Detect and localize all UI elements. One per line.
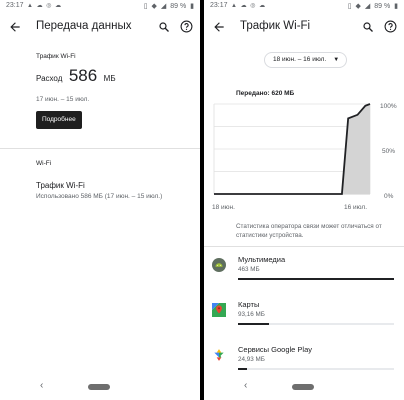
wifi-traffic-item-subtitle: Использовано 586 МБ (17 июн. – 15 июл.) [36,193,163,200]
battery-percent: 89 % [374,3,391,10]
nav-back-icon[interactable]: ‹ [40,380,43,391]
wifi-section-header: Wi-Fi [36,160,52,167]
usage-bar-track [238,368,394,370]
app-size: 93,16 МБ [238,311,265,318]
date-range-label: 18 июн. – 16 июл. [273,56,327,63]
vibrate-icon: ▯ [347,3,352,10]
usage-value: 586 [68,66,98,85]
wifi-signal-icon: ◆ [151,3,157,10]
dropdown-caret-icon: ▼ [333,57,340,63]
usage-chart [213,103,371,195]
app-size: 24,93 МБ [238,356,265,363]
battery-percent: 89 % [170,3,187,10]
back-arrow-icon[interactable] [8,20,22,34]
usage-unit: МБ [103,74,116,83]
data-usage-screen: 23:17 ▲ ☁ ◎ ☁ ▯ ◆ ◢ 89 % ▮ Передача данн… [0,0,200,400]
wifi-traffic-item-title[interactable]: Трафик Wi-Fi [36,181,85,190]
used-total-label: Передано: 620 МБ [236,90,295,97]
status-right: ▯ ◆ ◢ 89 % ▮ [346,2,398,10]
usage-bar-fill [238,278,394,280]
page-title: Передача данных [36,20,132,32]
battery-icon: ▮ [394,3,398,10]
y-tick-100: 100% [380,103,397,110]
signal-icon: ◢ [364,3,371,10]
app-row-media[interactable]: Мультимедиа 463 МБ [204,250,404,290]
divider [0,148,200,149]
nav-back-icon[interactable]: ‹ [244,380,247,391]
app-name: Карты [238,300,260,309]
home-pill[interactable] [88,384,110,390]
notification-icons: ▲ ☁ ◎ ☁ [231,3,267,9]
maps-icon [212,303,226,317]
search-icon[interactable] [362,21,374,33]
home-pill[interactable] [292,384,314,390]
android-icon [212,258,226,272]
app-bar: Передача данных [0,14,200,42]
usage-summary: Расход 586 МБ [36,66,116,86]
y-tick-50: 50% [382,148,396,155]
battery-icon: ▮ [190,3,194,10]
status-time: 23:17 [6,2,24,9]
details-button[interactable]: Подробнее [36,111,82,129]
section-label: Трафик Wi-Fi [36,53,76,60]
help-icon[interactable] [180,20,193,33]
page-title: Трафик Wi-Fi [240,20,311,32]
wifi-traffic-screen: 23:17 ▲ ☁ ◎ ☁ ▯ ◆ ◢ 89 % ▮ Трафик Wi-Fi … [204,0,404,400]
vibrate-icon: ▯ [143,3,148,10]
app-name: Сервисы Google Play [238,345,313,354]
status-bar: 23:17 ▲ ☁ ◎ ☁ ▯ ◆ ◢ 89 % ▮ [0,0,200,12]
carrier-note: Статистика оператора связи может отличат… [236,223,382,239]
x-tick-start: 18 июн. [212,204,235,211]
app-row-maps[interactable]: Карты 93,16 МБ [204,295,404,335]
help-icon[interactable] [384,20,397,33]
status-bar: 23:17 ▲ ☁ ◎ ☁ ▯ ◆ ◢ 89 % ▮ [204,0,404,12]
usage-period: 17 июн. – 15 июл. [36,96,90,103]
date-range-dropdown[interactable]: 18 июн. – 16 июл. ▼ [264,52,348,68]
back-arrow-icon[interactable] [212,20,226,34]
usage-bar-track [238,278,394,280]
x-tick-end: 16 июл. [344,204,367,211]
y-tick-0: 0% [384,193,394,200]
usage-bar-fill [238,368,247,370]
search-icon[interactable] [158,21,170,33]
app-bar: Трафик Wi-Fi [204,14,404,42]
usage-bar-fill [238,323,270,325]
usage-prefix: Расход [36,74,63,83]
navigation-bar: ‹ [204,372,404,400]
signal-icon: ◢ [160,3,167,10]
divider [204,246,404,247]
notification-icons: ▲ ☁ ◎ ☁ [27,3,63,9]
app-name: Мультимедиа [238,255,286,264]
status-time: 23:17 [210,2,228,9]
google-play-services-icon [214,349,224,361]
wifi-signal-icon: ◆ [355,3,361,10]
usage-bar-track [238,323,394,325]
app-size: 463 МБ [238,266,260,273]
status-right: ▯ ◆ ◢ 89 % ▮ [142,2,194,10]
navigation-bar: ‹ [0,372,200,400]
